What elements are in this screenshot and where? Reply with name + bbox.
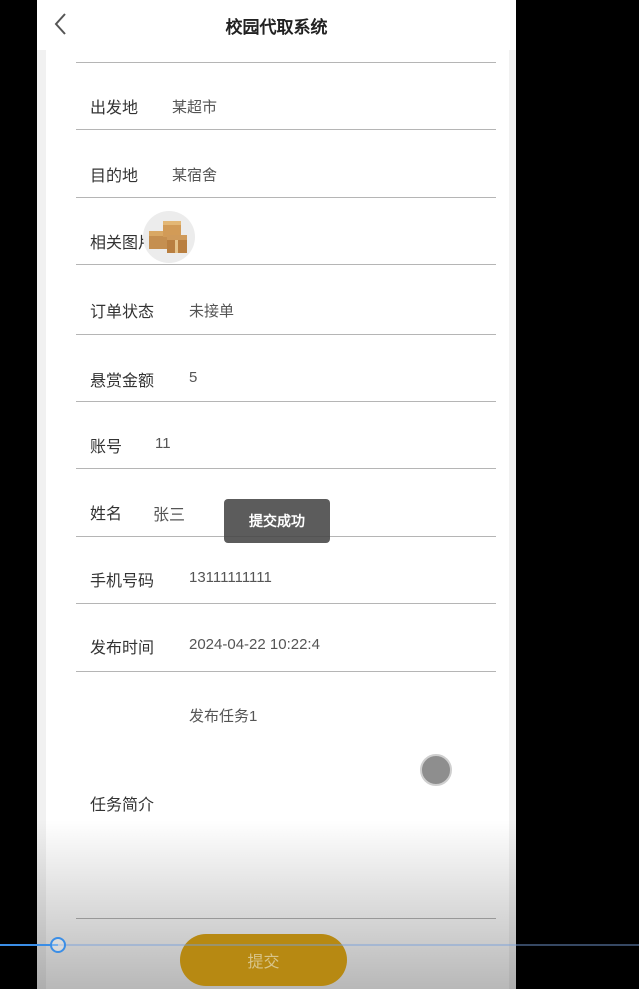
form-row-intro: 发布任务1 任务简介 xyxy=(76,673,496,919)
form-row-image: 相关图片 xyxy=(76,199,496,265)
field-value-phone[interactable]: 13111111111 xyxy=(189,569,272,586)
package-boxes-icon xyxy=(149,221,187,253)
form-row-account: 账号 11 xyxy=(76,403,496,469)
form-row-origin: 出发地 某超市 xyxy=(76,63,496,130)
page-title: 校园代取系统 xyxy=(225,17,328,38)
form-row-publish-time: 发布时间 2024-04-22 10:22:4 xyxy=(76,605,496,672)
field-value-intro[interactable]: 发布任务1 xyxy=(189,705,257,726)
form-row-top-divider xyxy=(76,50,496,63)
form-row-status: 订单状态 未接单 xyxy=(76,266,496,335)
success-toast: 提交成功 xyxy=(224,499,330,543)
video-progress-track[interactable] xyxy=(0,944,639,946)
field-value-reward[interactable]: 5 xyxy=(189,369,197,386)
field-label-reward: 悬赏金额 xyxy=(90,371,155,390)
field-value-name[interactable]: 张三 xyxy=(153,501,185,525)
chevron-left-icon xyxy=(54,13,66,35)
video-progress-knob[interactable] xyxy=(50,937,66,953)
form-row-phone: 手机号码 13111111111 xyxy=(76,538,496,604)
field-label-intro: 任务简介 xyxy=(90,795,155,814)
field-label-phone: 手机号码 xyxy=(90,571,155,590)
field-label-account: 账号 xyxy=(90,437,123,456)
field-value-publish-time[interactable]: 2024-04-22 10:22:4 xyxy=(189,636,320,653)
form-row-reward: 悬赏金额 5 xyxy=(76,336,496,402)
submit-button[interactable]: 提交 xyxy=(180,934,347,986)
field-label-status: 订单状态 xyxy=(90,302,155,321)
floating-assist-button[interactable] xyxy=(420,754,452,786)
back-button[interactable] xyxy=(51,11,73,37)
field-value-destination[interactable]: 某宿舍 xyxy=(172,164,217,185)
field-label-destination: 目的地 xyxy=(90,166,139,185)
form-row-destination: 目的地 某宿舍 xyxy=(76,131,496,198)
field-value-account[interactable]: 11 xyxy=(155,435,171,452)
field-value-status[interactable]: 未接单 xyxy=(189,300,234,321)
field-label-publish-time: 发布时间 xyxy=(90,638,155,657)
field-label-name: 姓名 xyxy=(90,504,123,523)
top-nav-bar: 校园代取系统 xyxy=(37,0,516,50)
package-image[interactable] xyxy=(143,211,195,263)
field-value-origin[interactable]: 某超市 xyxy=(172,96,217,117)
field-label-origin: 出发地 xyxy=(90,98,139,117)
phone-screen: 校园代取系统 出发地 某超市 目的地 某宿舍 相关图片 订单状态 未接单 悬赏金… xyxy=(37,0,516,989)
